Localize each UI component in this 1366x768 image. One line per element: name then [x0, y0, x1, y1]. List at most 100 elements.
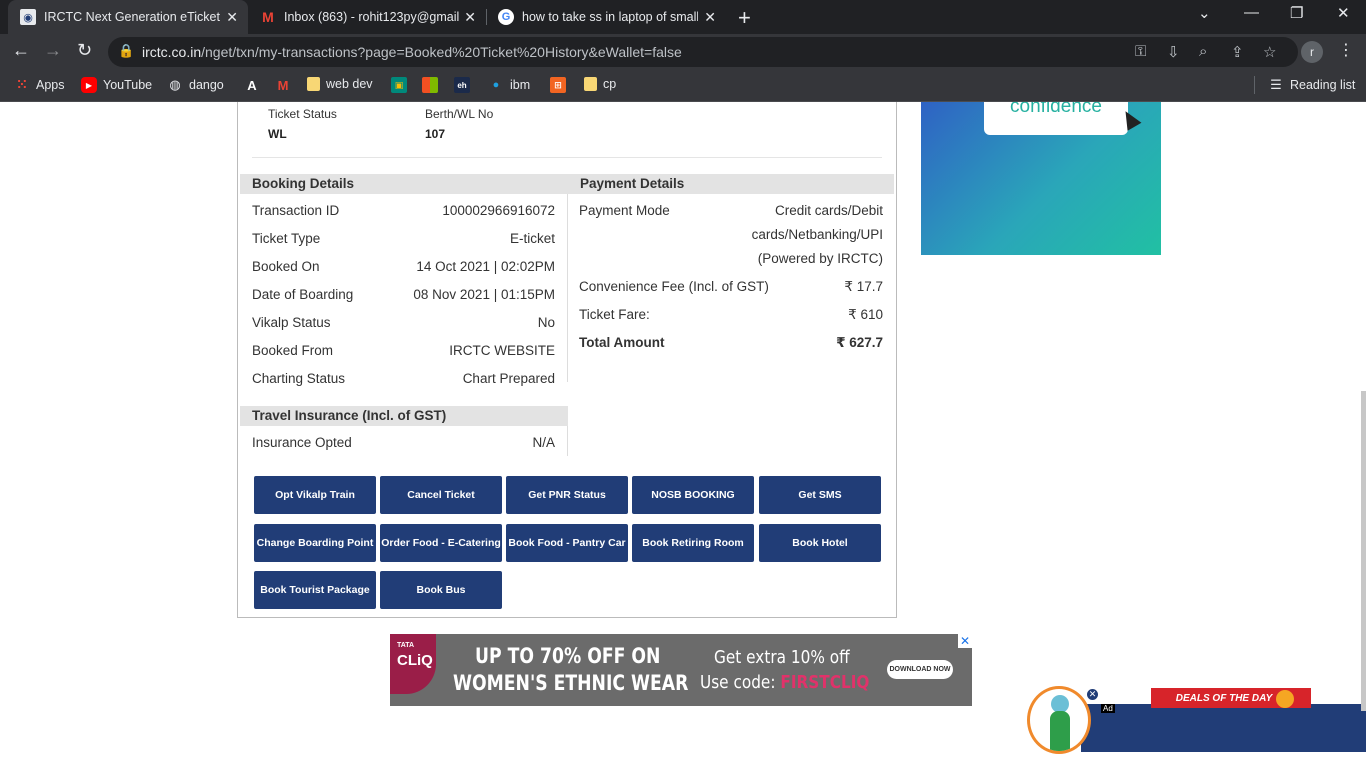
tatacliq-logo: TATA CLiQ: [390, 634, 436, 694]
bookmarks-separator: [1254, 76, 1255, 94]
ticket-fare-label: Ticket Fare:: [579, 307, 650, 322]
page-scrollbar[interactable]: [1361, 391, 1366, 711]
book-tourist-package-button[interactable]: Book Tourist Package: [254, 571, 376, 609]
ibm-icon: ●: [492, 79, 500, 91]
column-divider: [567, 194, 568, 382]
banner-headline-1: UP TO 70% OFF ON: [475, 644, 661, 668]
restore-icon[interactable]: ❐: [1290, 4, 1303, 22]
ticket-type-label: Ticket Type: [252, 231, 321, 246]
logo-small-text: TATA: [397, 642, 415, 649]
url-host: irctc.co.in: [142, 44, 202, 60]
bookmark-youtube[interactable]: ▶ YouTube: [81, 77, 152, 93]
new-tab-icon[interactable]: +: [738, 5, 751, 31]
ticket-fare-value: ₹ 610: [848, 307, 883, 322]
tab-title: Inbox (863) - rohit123py@gmail.com: [284, 10, 460, 24]
bookmark-eh[interactable]: eh: [454, 77, 476, 93]
get-sms-button[interactable]: Get SMS: [759, 476, 881, 514]
bookmark-label: Apps: [36, 78, 65, 92]
convenience-fee-value: ₹ 17.7: [844, 279, 883, 294]
bookmark-ibm[interactable]: ● ibm: [488, 77, 530, 93]
banner-extra-offer: Get extra 10% off: [714, 647, 850, 668]
close-tab-icon[interactable]: ✕: [226, 9, 238, 26]
charting-status-label: Charting Status: [252, 371, 346, 386]
bookmark-a[interactable]: A: [244, 77, 266, 93]
bookmark-web-dev[interactable]: web dev: [307, 77, 373, 91]
book-food-pantry-button[interactable]: Book Food - Pantry Car: [506, 524, 628, 562]
insurance-opted-label: Insurance Opted: [252, 435, 352, 450]
bookmark-star-icon[interactable]: ☆: [1263, 43, 1276, 61]
book-bus-button[interactable]: Book Bus: [380, 571, 502, 609]
cancel-ticket-button[interactable]: Cancel Ticket: [380, 476, 502, 514]
zoom-icon[interactable]: ⌕: [1199, 43, 1207, 60]
berth-label: Berth/WL No: [425, 107, 494, 121]
close-mascot-icon[interactable]: ✕: [1086, 688, 1099, 701]
close-ad-icon[interactable]: ✕: [958, 634, 972, 648]
microsoft-icon: [422, 77, 438, 93]
tab-search-icon[interactable]: ⌄: [1198, 4, 1211, 22]
ad-label: Ad: [1101, 704, 1115, 713]
get-pnr-status-button[interactable]: Get PNR Status: [506, 476, 628, 514]
bookmark-label: ibm: [510, 78, 531, 92]
close-window-icon[interactable]: ✕: [1337, 4, 1350, 22]
download-now-button[interactable]: DOWNLOAD NOW: [887, 660, 953, 679]
order-food-button[interactable]: Order Food - E-Catering: [380, 524, 502, 562]
nosb-booking-button[interactable]: NOSB BOOKING: [632, 476, 754, 514]
folder-icon: [307, 77, 320, 91]
logo-big-text: CLiQ: [397, 652, 433, 669]
transaction-id-label: Transaction ID: [252, 203, 340, 218]
ticket-type-value: E-ticket: [509, 231, 555, 246]
mascot-icon[interactable]: [1027, 686, 1091, 754]
tab-irctc[interactable]: ◉ IRCTC Next Generation eTicketing ✕: [8, 0, 248, 34]
install-icon[interactable]: ⇩: [1167, 43, 1180, 61]
banner-advertisement[interactable]: TATA CLiQ UP TO 70% OFF ON WOMEN'S ETHNI…: [390, 634, 972, 706]
reload-icon[interactable]: ↻: [77, 40, 92, 61]
share-icon[interactable]: ⇪: [1231, 43, 1244, 61]
book-retiring-room-button[interactable]: Book Retiring Room: [632, 524, 754, 562]
deals-text: DEALS OF THE DAY: [1175, 692, 1273, 704]
close-tab-icon[interactable]: ✕: [704, 9, 716, 26]
payment-mode-line-1: Credit cards/Debit: [774, 203, 883, 218]
book-hotel-button[interactable]: Book Hotel: [759, 524, 881, 562]
payment-mode-line-2: cards/Netbanking/UPI: [751, 227, 883, 242]
address-bar[interactable]: 🔒 irctc.co.in/nget/txn/my-transactions?p…: [108, 37, 1298, 67]
forward-icon[interactable]: →: [44, 40, 62, 61]
sale-badge-icon: [1276, 690, 1294, 708]
bookmark-meet[interactable]: ▣: [391, 77, 413, 93]
lock-icon[interactable]: 🔒: [118, 43, 134, 59]
codepen-icon: ⊞: [550, 77, 566, 93]
profile-avatar[interactable]: r: [1301, 41, 1323, 63]
change-boarding-point-button[interactable]: Change Boarding Point: [254, 524, 376, 562]
bookmark-gmail[interactable]: M: [275, 77, 297, 93]
banner-code: FIRSTCLIQ: [780, 672, 870, 693]
tab-strip: ◉ IRCTC Next Generation eTicketing ✕ M I…: [0, 0, 1366, 34]
ticket-details-card: Ticket Status WL Berth/WL No 107 Booking…: [237, 102, 897, 618]
gmail-icon: M: [277, 77, 289, 93]
bookmark-dango[interactable]: ◍ dango: [167, 77, 223, 93]
tab-google[interactable]: G how to take ss in laptop of small ✕: [486, 0, 726, 34]
menu-dots-icon[interactable]: ⋮: [1338, 40, 1354, 60]
bookmark-codepen[interactable]: ⊞: [550, 77, 572, 93]
booking-details-heading: Booking Details: [240, 174, 568, 194]
boarding-date-value: 08 Nov 2021 | 01:15PM: [413, 287, 555, 302]
youtube-icon: ▶: [81, 77, 97, 93]
bookmark-cp[interactable]: cp: [584, 77, 616, 91]
reading-list-button[interactable]: ☰ Reading list: [1268, 77, 1355, 93]
booked-on-value: 14 Oct 2021 | 02:02PM: [416, 259, 555, 274]
url-text[interactable]: irctc.co.in/nget/txn/my-transactions?pag…: [142, 44, 682, 60]
close-tab-icon[interactable]: ✕: [464, 9, 476, 26]
side-advertisement[interactable]: confidence: [921, 102, 1161, 255]
gmail-icon: M: [262, 9, 274, 25]
payment-details-heading: Payment Details: [568, 174, 894, 194]
key-icon[interactable]: ⚿: [1135, 43, 1146, 60]
opt-vikalp-button[interactable]: Opt Vikalp Train: [254, 476, 376, 514]
bookmark-apps[interactable]: ⁙ Apps: [14, 77, 65, 93]
deals-ad-bar[interactable]: [1081, 704, 1366, 752]
reading-list-icon: ☰: [1270, 77, 1282, 92]
minimize-icon[interactable]: —: [1244, 4, 1259, 21]
bookmark-microsoft[interactable]: [422, 77, 444, 93]
tab-gmail[interactable]: M Inbox (863) - rohit123py@gmail.com ✕: [248, 0, 486, 34]
insurance-opted-value: N/A: [532, 435, 555, 450]
mascot-body: [1050, 711, 1070, 751]
back-icon[interactable]: ←: [12, 40, 30, 61]
a-icon: A: [247, 77, 257, 93]
